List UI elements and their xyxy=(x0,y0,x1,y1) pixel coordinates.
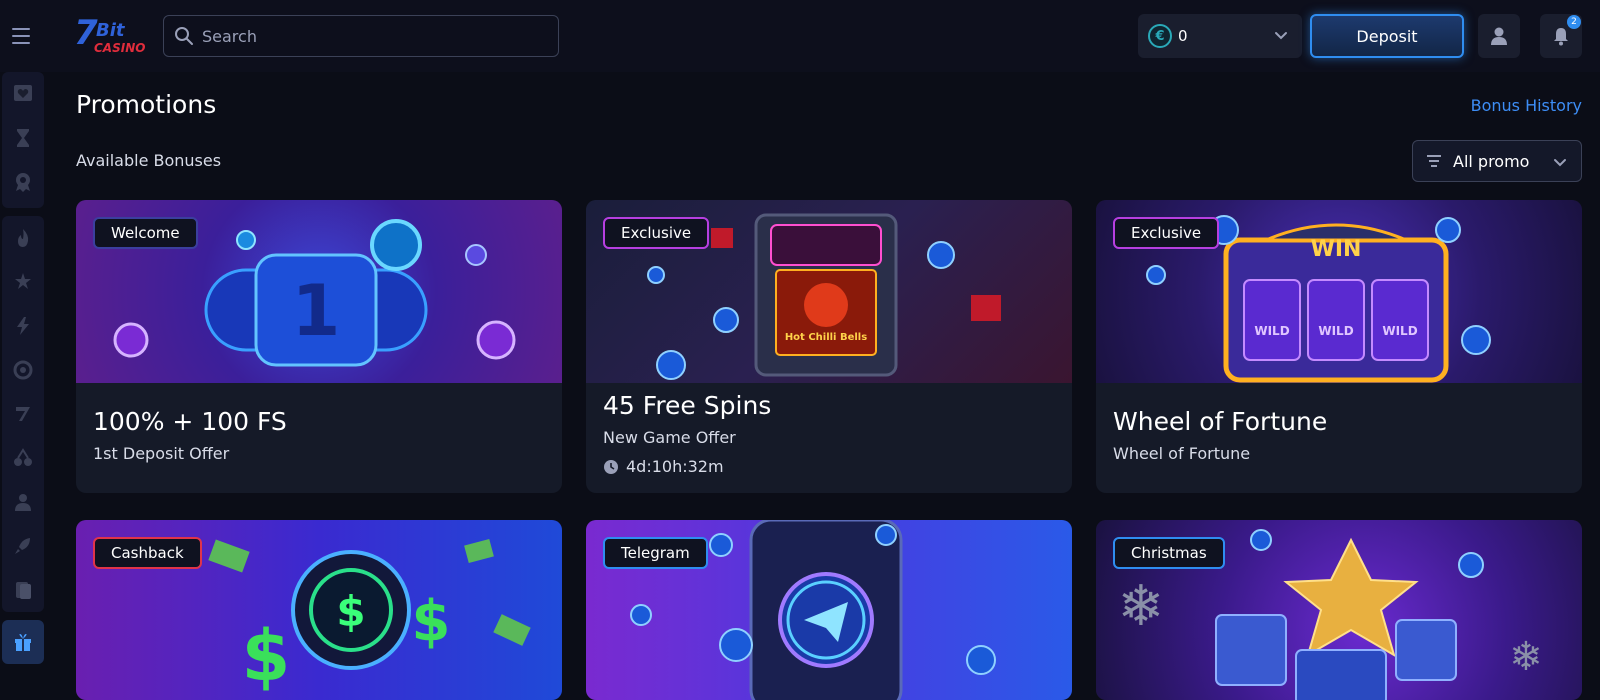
sidebar xyxy=(0,72,46,700)
sidebar-item-classic[interactable] xyxy=(2,436,44,480)
search-input[interactable] xyxy=(202,26,542,46)
clock-icon xyxy=(604,459,618,474)
promo-filter-dropdown[interactable]: All promo xyxy=(1412,140,1582,182)
promo-title: Wheel of Fortune xyxy=(1113,407,1328,436)
svg-text:WILD: WILD xyxy=(1382,324,1417,338)
target-icon xyxy=(13,360,33,380)
sidebar-item-recent[interactable] xyxy=(2,116,44,160)
dealer-icon xyxy=(15,494,31,511)
hourglass-icon xyxy=(17,129,29,147)
promo-subtitle: 1st Deposit Offer xyxy=(93,444,230,463)
casino-logo[interactable]: 7 Bit CASINO xyxy=(74,13,146,58)
svg-text:❄: ❄ xyxy=(1118,574,1165,639)
filter-icon xyxy=(1427,155,1441,167)
sidebar-category-group xyxy=(2,216,44,612)
promo-badge: Christmas xyxy=(1113,537,1225,569)
sidebar-item-crash[interactable] xyxy=(2,524,44,568)
svg-text:1: 1 xyxy=(292,270,341,352)
page-title: Promotions xyxy=(76,90,217,119)
promo-image-telegram: Telegram xyxy=(586,520,1072,700)
promo-image-new-game: Hot Chilli Bells Exclusive xyxy=(586,200,1072,383)
promo-badge: Welcome xyxy=(93,217,198,249)
svg-text:$: $ xyxy=(412,589,451,654)
promo-subtitle: New Game Offer xyxy=(603,428,736,447)
notification-count-badge: 2 xyxy=(1567,15,1581,29)
user-icon xyxy=(1491,27,1507,45)
sidebar-item-new[interactable] xyxy=(2,304,44,348)
svg-text:Hot Chilli Bells: Hot Chilli Bells xyxy=(785,332,867,343)
search-icon xyxy=(175,27,193,45)
chevron-down-icon xyxy=(1554,159,1566,167)
sidebar-promo-group xyxy=(2,620,44,664)
promo-card-christmas[interactable]: ❄ ❄ Christmas xyxy=(1096,520,1582,700)
promo-image-christmas: ❄ ❄ Christmas xyxy=(1096,520,1582,700)
promo-title: 45 Free Spins xyxy=(603,391,772,420)
bonus-history-link[interactable]: Bonus History xyxy=(1471,96,1582,115)
top-header: 7 Bit CASINO € 0 Deposit 2 xyxy=(0,0,1600,72)
svg-text:CASINO: CASINO xyxy=(94,41,145,55)
euro-icon: € xyxy=(1148,24,1172,48)
promo-badge: Telegram xyxy=(603,537,708,569)
fire-icon xyxy=(18,229,29,247)
svg-text:$: $ xyxy=(242,615,291,697)
promo-timer: 4d:10h:32m xyxy=(603,457,1055,476)
balance-selector[interactable]: € 0 xyxy=(1138,14,1302,58)
sidebar-item-table-games[interactable] xyxy=(2,568,44,612)
promo-subtitle: Wheel of Fortune xyxy=(1113,444,1251,463)
sidebar-item-hot[interactable] xyxy=(2,216,44,260)
svg-text:WIN: WIN xyxy=(1311,237,1362,262)
promo-title: 100% + 100 FS xyxy=(93,407,287,436)
gift-icon xyxy=(15,634,31,651)
award-icon xyxy=(16,173,30,192)
search-box[interactable] xyxy=(163,15,559,57)
cherries-icon xyxy=(14,448,32,466)
menu-icon[interactable] xyxy=(8,20,36,52)
deposit-button[interactable]: Deposit xyxy=(1310,14,1464,58)
cards-icon xyxy=(16,582,31,599)
sidebar-item-popular[interactable] xyxy=(2,260,44,304)
promo-card-welcome[interactable]: 1 Welcome 100% + 100 FS 1st Deposit Offe… xyxy=(76,200,562,493)
promo-timer-value: 4d:10h:32m xyxy=(626,457,724,476)
user-profile-button[interactable] xyxy=(1478,14,1520,58)
promo-card-wheel-of-fortune[interactable]: WIN WILD WILD WILD Exclusive Wheel of Fo… xyxy=(1096,200,1582,493)
promo-card-new-game[interactable]: Hot Chilli Bells Exclusive 45 Free Spins… xyxy=(586,200,1072,493)
promo-image-cashback: $ $ $ Cashback xyxy=(76,520,562,700)
svg-text:Bit: Bit xyxy=(96,20,126,41)
chevron-down-icon xyxy=(1275,32,1287,40)
section-subtitle: Available Bonuses xyxy=(76,151,222,170)
bolt-icon xyxy=(17,317,29,335)
sidebar-item-bonus-buy[interactable] xyxy=(2,348,44,392)
sidebar-item-slots[interactable] xyxy=(2,392,44,436)
sidebar-item-favorites[interactable] xyxy=(2,72,44,116)
stars-icon xyxy=(15,273,31,289)
sidebar-item-achievements[interactable] xyxy=(2,160,44,204)
sidebar-item-live[interactable] xyxy=(2,480,44,524)
filter-label: All promo xyxy=(1453,151,1530,171)
slots-icon xyxy=(16,407,30,421)
notifications-button[interactable]: 2 xyxy=(1540,14,1582,58)
svg-text:WILD: WILD xyxy=(1318,324,1353,338)
svg-text:WILD: WILD xyxy=(1254,324,1289,338)
heart-icon xyxy=(14,85,32,101)
svg-text:❄: ❄ xyxy=(1509,634,1543,680)
bell-icon xyxy=(1554,28,1568,46)
promo-card-telegram[interactable]: Telegram xyxy=(586,520,1072,700)
balance-amount: 0 xyxy=(1178,27,1188,45)
promo-image-wheel-of-fortune: WIN WILD WILD WILD Exclusive xyxy=(1096,200,1582,383)
promo-card-cashback[interactable]: $ $ $ Cashback xyxy=(76,520,562,700)
svg-text:$: $ xyxy=(336,587,365,636)
promo-image-welcome: 1 Welcome xyxy=(76,200,562,383)
sidebar-top-group xyxy=(2,72,44,208)
promo-badge: Exclusive xyxy=(603,217,710,249)
sidebar-item-promotions[interactable] xyxy=(2,620,44,664)
rocket-icon xyxy=(15,538,30,554)
promo-badge: Cashback xyxy=(93,537,202,569)
promo-badge: Exclusive xyxy=(1113,217,1220,249)
